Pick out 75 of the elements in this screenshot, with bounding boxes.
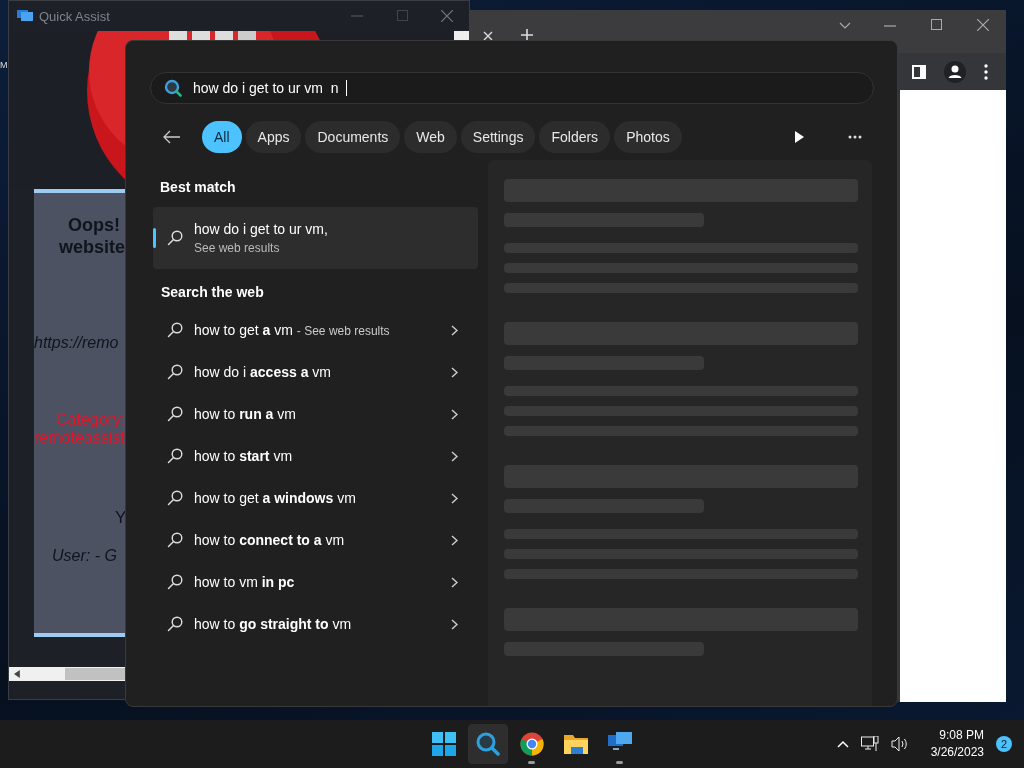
- window-title: Quick Assist: [39, 8, 110, 24]
- profile-icon[interactable]: [944, 60, 966, 83]
- search-icon: [167, 322, 183, 338]
- user-text: User: - G: [52, 547, 117, 565]
- start-icon[interactable]: [432, 732, 457, 756]
- search-suggestion[interactable]: how to start vm: [153, 435, 478, 477]
- heading-text: website: [59, 237, 126, 258]
- heading-text: Oops!: [68, 215, 120, 236]
- chevron-right-icon[interactable]: [451, 324, 458, 336]
- notification-badge[interactable]: 2: [996, 736, 1012, 752]
- category-text: remoteassist: [34, 429, 125, 447]
- search-icon[interactable]: [476, 732, 501, 756]
- search-icon: [167, 532, 183, 548]
- maximize-icon[interactable]: [931, 19, 942, 30]
- filter-tab[interactable]: Settings: [460, 121, 536, 153]
- chevron-right-icon[interactable]: [451, 450, 458, 462]
- more-icon[interactable]: [848, 135, 862, 139]
- chevron-right-icon[interactable]: [451, 408, 458, 420]
- scrollbar-thumb[interactable]: [64, 668, 125, 680]
- play-icon[interactable]: [794, 131, 804, 143]
- new-tab-icon[interactable]: [521, 29, 533, 41]
- category-text: Category:: [56, 411, 126, 429]
- monitors-icon: [17, 9, 33, 23]
- search-suggestion[interactable]: how to get a windows vm: [153, 477, 478, 519]
- search-icon: [167, 406, 183, 422]
- folder-icon[interactable]: [564, 732, 589, 756]
- search-suggestion[interactable]: how to vm in pc: [153, 561, 478, 603]
- back-arrow-icon[interactable]: [163, 130, 181, 144]
- clock-time[interactable]: 9:08 PM: [939, 727, 984, 744]
- close-tab-icon[interactable]: [483, 31, 493, 41]
- search-suggestion[interactable]: how to go straight to vm: [153, 603, 478, 645]
- search-suggestion[interactable]: how to get a vm - See web results: [153, 309, 478, 351]
- filter-tab[interactable]: Folders: [539, 121, 611, 153]
- search-suggestion[interactable]: how to connect to a vm: [153, 519, 478, 561]
- chevron-right-icon[interactable]: [451, 618, 458, 630]
- section-heading: Best match: [160, 179, 237, 195]
- side-panel-icon[interactable]: [912, 64, 926, 79]
- menu-icon[interactable]: [984, 63, 988, 80]
- selection-indicator: [153, 228, 156, 248]
- search-icon: [167, 448, 183, 464]
- search-icon: [167, 574, 183, 590]
- search-icon: [167, 230, 183, 246]
- section-heading: Search the web: [161, 284, 265, 300]
- filter-tab[interactable]: Photos: [614, 121, 682, 153]
- filter-tab[interactable]: All: [202, 121, 242, 153]
- search-suggestion[interactable]: how do i access a vm: [153, 351, 478, 393]
- browser-icon[interactable]: [520, 732, 545, 756]
- body-text: Y: [115, 508, 127, 528]
- network-icon[interactable]: [860, 736, 879, 752]
- taskbar-button[interactable]: [468, 724, 509, 764]
- horizontal-scrollbar[interactable]: [9, 667, 125, 681]
- volume-icon[interactable]: [890, 736, 909, 752]
- chevron-right-icon[interactable]: [451, 366, 458, 378]
- chevron-right-icon[interactable]: [451, 534, 458, 546]
- close-icon[interactable]: [977, 19, 989, 31]
- scroll-left-icon[interactable]: [14, 670, 20, 678]
- filter-tab[interactable]: Web: [404, 121, 457, 153]
- close-icon[interactable]: [441, 10, 453, 22]
- search-icon: [167, 616, 183, 632]
- tab-list-icon[interactable]: [839, 22, 851, 30]
- clock-date[interactable]: 3/26/2023: [930, 744, 984, 761]
- search-suggestion[interactable]: how to run a vm: [153, 393, 478, 435]
- best-match-item[interactable]: how do i get to ur vm, See web results: [153, 207, 478, 269]
- search-field[interactable]: how do i get to ur vm n: [150, 72, 874, 104]
- desktop-icon-label: M: [0, 60, 8, 70]
- chevron-right-icon[interactable]: [451, 576, 458, 588]
- filter-tab[interactable]: Documents: [305, 121, 401, 153]
- result-title: how do i get to ur vm,: [194, 221, 328, 237]
- search-icon: [167, 490, 183, 506]
- chevron-right-icon[interactable]: [451, 492, 458, 504]
- url-text: https://remo: [34, 334, 119, 352]
- search-icon: [167, 364, 183, 380]
- filter-tab[interactable]: Apps: [245, 121, 302, 153]
- result-subtitle: See web results: [194, 241, 281, 255]
- chevron-up-icon[interactable]: [836, 740, 849, 748]
